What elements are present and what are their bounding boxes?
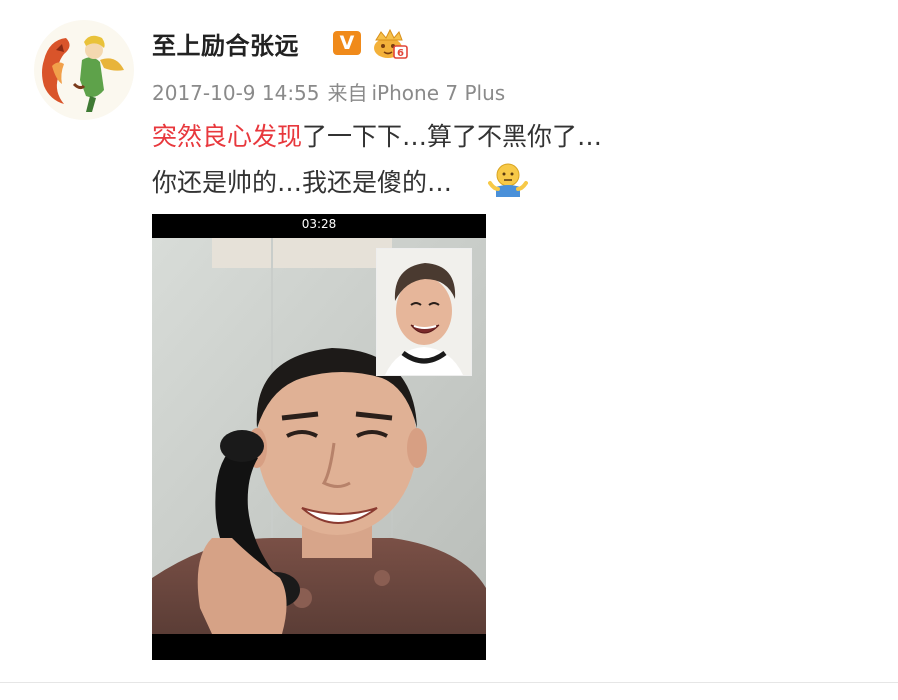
call-timer: 03:28 [301,217,337,231]
topic-link[interactable]: 突然良心发现 [152,122,302,151]
post-text-line-2: 你还是帅的…我还是傻的… [152,168,453,197]
video-call-self-view[interactable] [376,248,472,376]
shrug-emoji-icon [488,161,528,199]
verified-badge-icon: V [333,31,361,55]
post-image[interactable]: 03:28 [152,214,486,660]
post-timestamp[interactable]: 2017-10-9 14:55 [152,81,320,105]
user-avatar[interactable] [34,20,134,120]
source-device[interactable]: iPhone 7 Plus [372,81,506,105]
username[interactable]: 至上励合张远 [152,26,299,61]
source-prefix: 来自 [327,81,368,105]
post-text-line-1: 突然良心发现了一下下…算了不黑你了… [152,117,602,153]
post-divider [0,682,898,683]
post-text-rest: 了一下下…算了不黑你了… [302,122,603,151]
svg-text:6: 6 [397,48,404,59]
post-meta: 2017-10-9 14:55 来自 iPhone 7 Plus [152,77,513,106]
crown-member-icon: 6 [372,28,408,60]
